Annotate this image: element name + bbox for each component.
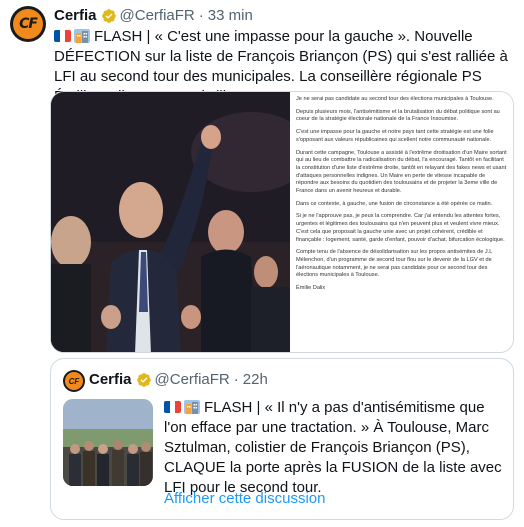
france-flag-icon bbox=[164, 401, 181, 413]
statement-paragraph: Dans ce contexte, à gauche, une fusion d… bbox=[296, 200, 493, 207]
show-thread-link[interactable]: Afficher cette discussion bbox=[164, 489, 325, 509]
france-flag-icon bbox=[54, 30, 71, 42]
statement-signature: Émilie Dalix bbox=[296, 285, 326, 292]
quoted-tweet-thumbnail[interactable] bbox=[63, 399, 153, 486]
tweet-media[interactable]: Je ne serai pas candidate au second tour… bbox=[50, 91, 514, 353]
quoted-tweet[interactable]: CF Cerfia @CerfiaFR · 22h FLASH | « Il n… bbox=[50, 358, 514, 520]
statement-paragraph: Je ne serai pas candidate au second tour… bbox=[296, 96, 494, 102]
quoted-avatar[interactable]: CF bbox=[63, 370, 85, 392]
rally-photo-illustration bbox=[51, 92, 290, 352]
timestamp[interactable]: 33 min bbox=[208, 7, 253, 25]
crowd-photo-illustration bbox=[63, 399, 153, 486]
rally-photo[interactable] bbox=[51, 92, 290, 352]
quoted-tweet-text: FLASH | « Il n'y a pas d'antisémitisme q… bbox=[164, 398, 504, 498]
author-name[interactable]: Cerfia bbox=[54, 7, 97, 25]
statement-paragraph: Si je ne l'approuve pas, je peux la comp… bbox=[296, 213, 505, 243]
quoted-author-name[interactable]: Cerfia bbox=[89, 371, 132, 389]
separator-dot: · bbox=[198, 7, 204, 24]
cerfia-logo: CF bbox=[13, 9, 43, 39]
statement-paragraph: C'est une impasse pour la gauche et notr… bbox=[296, 129, 494, 143]
quoted-tweet-body: FLASH | « Il n'y a pas d'antisémitisme q… bbox=[164, 399, 502, 496]
quoted-author-handle[interactable]: @CerfiaFR bbox=[155, 371, 230, 389]
city-building-icon bbox=[184, 400, 200, 414]
verified-badge-icon bbox=[101, 9, 116, 23]
quoted-timestamp[interactable]: 22h bbox=[243, 371, 268, 389]
statement-document[interactable]: Je ne serai pas candidate au second tour… bbox=[290, 92, 513, 352]
cerfia-logo: CF bbox=[65, 372, 83, 390]
quoted-tweet-header: Cerfia @CerfiaFR · 22h bbox=[89, 371, 268, 389]
separator-dot: · bbox=[233, 371, 239, 388]
tweet-header: Cerfia @CerfiaFR · 33 min bbox=[54, 7, 253, 25]
city-building-icon bbox=[74, 29, 90, 43]
avatar[interactable]: CF bbox=[10, 6, 46, 42]
statement-paragraph: Depuis plusieurs mois, l'antisémitisme e… bbox=[296, 108, 500, 123]
statement-paragraph: Compte tenu de l'absence de désolidarisa… bbox=[296, 249, 493, 279]
verified-badge-icon bbox=[136, 373, 151, 387]
author-handle[interactable]: @CerfiaFR bbox=[120, 7, 195, 25]
statement-paragraph: Durant cette campagne, Toulouse a assist… bbox=[296, 149, 507, 195]
